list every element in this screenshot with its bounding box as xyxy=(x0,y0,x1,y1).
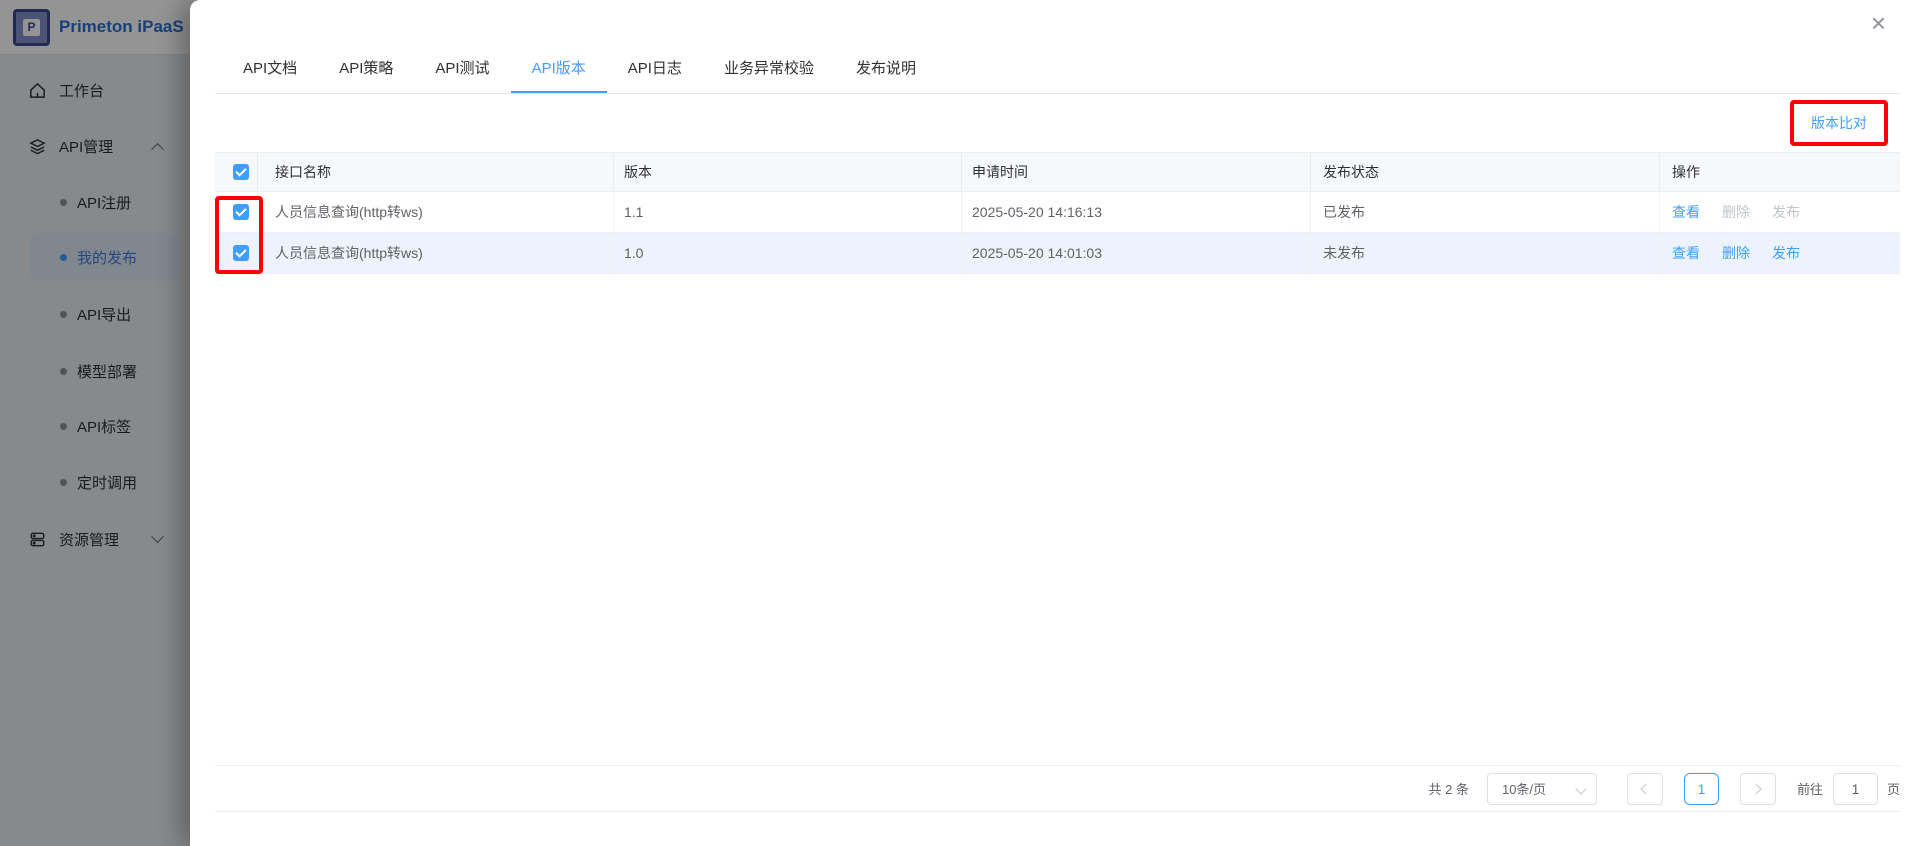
api-version-table: 接口名称 版本 申请时间 发布状态 操作 人员信息查询(http转ws) 1.1… xyxy=(215,152,1900,274)
tab-api-test[interactable]: API测试 xyxy=(414,45,510,93)
version-compare-button[interactable]: 版本比对 xyxy=(1811,115,1867,131)
column-header-name: 接口名称 xyxy=(258,153,614,191)
chevron-left-icon xyxy=(1641,783,1652,794)
row-checkbox[interactable] xyxy=(233,204,249,220)
column-header-version: 版本 xyxy=(614,153,962,191)
tab-api-version[interactable]: API版本 xyxy=(511,45,607,93)
pagination-bar: 共 2 条 10条/页 1 前往 页 xyxy=(215,765,1900,812)
annotation-box-version-compare: 版本比对 xyxy=(1790,100,1888,146)
page-unit-label: 页 xyxy=(1887,779,1900,798)
api-detail-drawer: × API文档 API策略 API测试 API版本 API日志 业务异常校验 发… xyxy=(190,0,1908,846)
view-link[interactable]: 查看 xyxy=(1672,243,1700,263)
apply-time-cell: 2025-05-20 14:16:13 xyxy=(962,192,1311,232)
table-row: 人员信息查询(http转ws) 1.0 2025-05-20 14:01:03 … xyxy=(215,233,1900,274)
tab-publish-notes[interactable]: 发布说明 xyxy=(835,45,937,93)
chevron-right-icon xyxy=(1751,783,1762,794)
select-all-checkbox[interactable] xyxy=(233,164,249,180)
publish-link[interactable]: 发布 xyxy=(1772,243,1800,263)
version-cell: 1.1 xyxy=(614,192,962,232)
tab-api-doc[interactable]: API文档 xyxy=(222,45,318,93)
version-cell: 1.0 xyxy=(614,233,962,273)
close-icon[interactable]: × xyxy=(1871,10,1886,36)
total-count-label: 共 2 条 xyxy=(1429,779,1469,798)
publish-link: 发布 xyxy=(1772,202,1800,222)
page-size-select[interactable]: 10条/页 xyxy=(1487,773,1597,805)
status-cell: 已发布 xyxy=(1311,192,1660,232)
table-row: 人员信息查询(http转ws) 1.1 2025-05-20 14:16:13 … xyxy=(215,192,1900,233)
tab-api-policy[interactable]: API策略 xyxy=(318,45,414,93)
row-checkbox[interactable] xyxy=(233,245,249,261)
api-name-cell: 人员信息查询(http转ws) xyxy=(258,192,614,232)
column-header-apply-time: 申请时间 xyxy=(962,153,1311,191)
tab-bar: API文档 API策略 API测试 API版本 API日志 业务异常校验 发布说… xyxy=(215,0,1900,94)
apply-time-cell: 2025-05-20 14:01:03 xyxy=(962,233,1311,273)
delete-link[interactable]: 删除 xyxy=(1722,243,1750,263)
status-cell: 未发布 xyxy=(1311,233,1660,273)
column-header-actions: 操作 xyxy=(1660,153,1900,191)
chevron-down-icon xyxy=(1575,783,1586,794)
page-number-button[interactable]: 1 xyxy=(1684,773,1719,805)
toolbar-row: 版本比对 xyxy=(215,94,1900,152)
column-header-status: 发布状态 xyxy=(1311,153,1660,191)
api-name-cell: 人员信息查询(http转ws) xyxy=(258,233,614,273)
page-size-value: 10条/页 xyxy=(1502,779,1546,798)
prev-page-button xyxy=(1627,773,1663,805)
table-header-row: 接口名称 版本 申请时间 发布状态 操作 xyxy=(215,152,1900,192)
delete-link: 删除 xyxy=(1722,202,1750,222)
tab-api-log[interactable]: API日志 xyxy=(607,45,703,93)
view-link[interactable]: 查看 xyxy=(1672,202,1700,222)
goto-label: 前往 xyxy=(1797,779,1823,798)
tab-business-exception-check[interactable]: 业务异常校验 xyxy=(703,45,835,93)
screen: P Primeton iPaaS 工作台 API管理 API注册 xyxy=(0,0,1908,846)
next-page-button xyxy=(1740,773,1776,805)
goto-page-input[interactable] xyxy=(1833,773,1878,805)
